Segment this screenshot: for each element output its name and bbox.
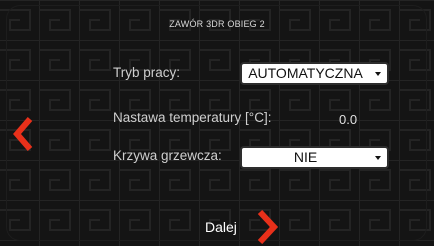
- next-label[interactable]: Dalej: [205, 219, 237, 235]
- chevron-left-icon[interactable]: [13, 117, 33, 151]
- curve-select[interactable]: NIE: [242, 148, 387, 167]
- setpoint-label: Nastawa temperatury [°C]:: [113, 110, 272, 125]
- screen: ZAWÓR 3DR OBIEG 2 Tryb pracy: AUTOMATYCZ…: [0, 0, 434, 246]
- curve-label: Krzywa grzewcza:: [113, 148, 222, 163]
- chevron-right-icon[interactable]: [256, 210, 280, 244]
- curve-select-value: NIE: [293, 149, 318, 165]
- page-title: ZAWÓR 3DR OBIEG 2: [169, 19, 265, 29]
- mode-label: Tryb pracy:: [113, 65, 181, 80]
- mode-select-value: AUTOMATYCZNA: [248, 65, 363, 81]
- setpoint-value: 0.0: [339, 112, 358, 127]
- mode-select[interactable]: AUTOMATYCZNA: [242, 64, 387, 83]
- chevron-down-icon: [375, 156, 381, 160]
- chevron-down-icon: [375, 72, 381, 76]
